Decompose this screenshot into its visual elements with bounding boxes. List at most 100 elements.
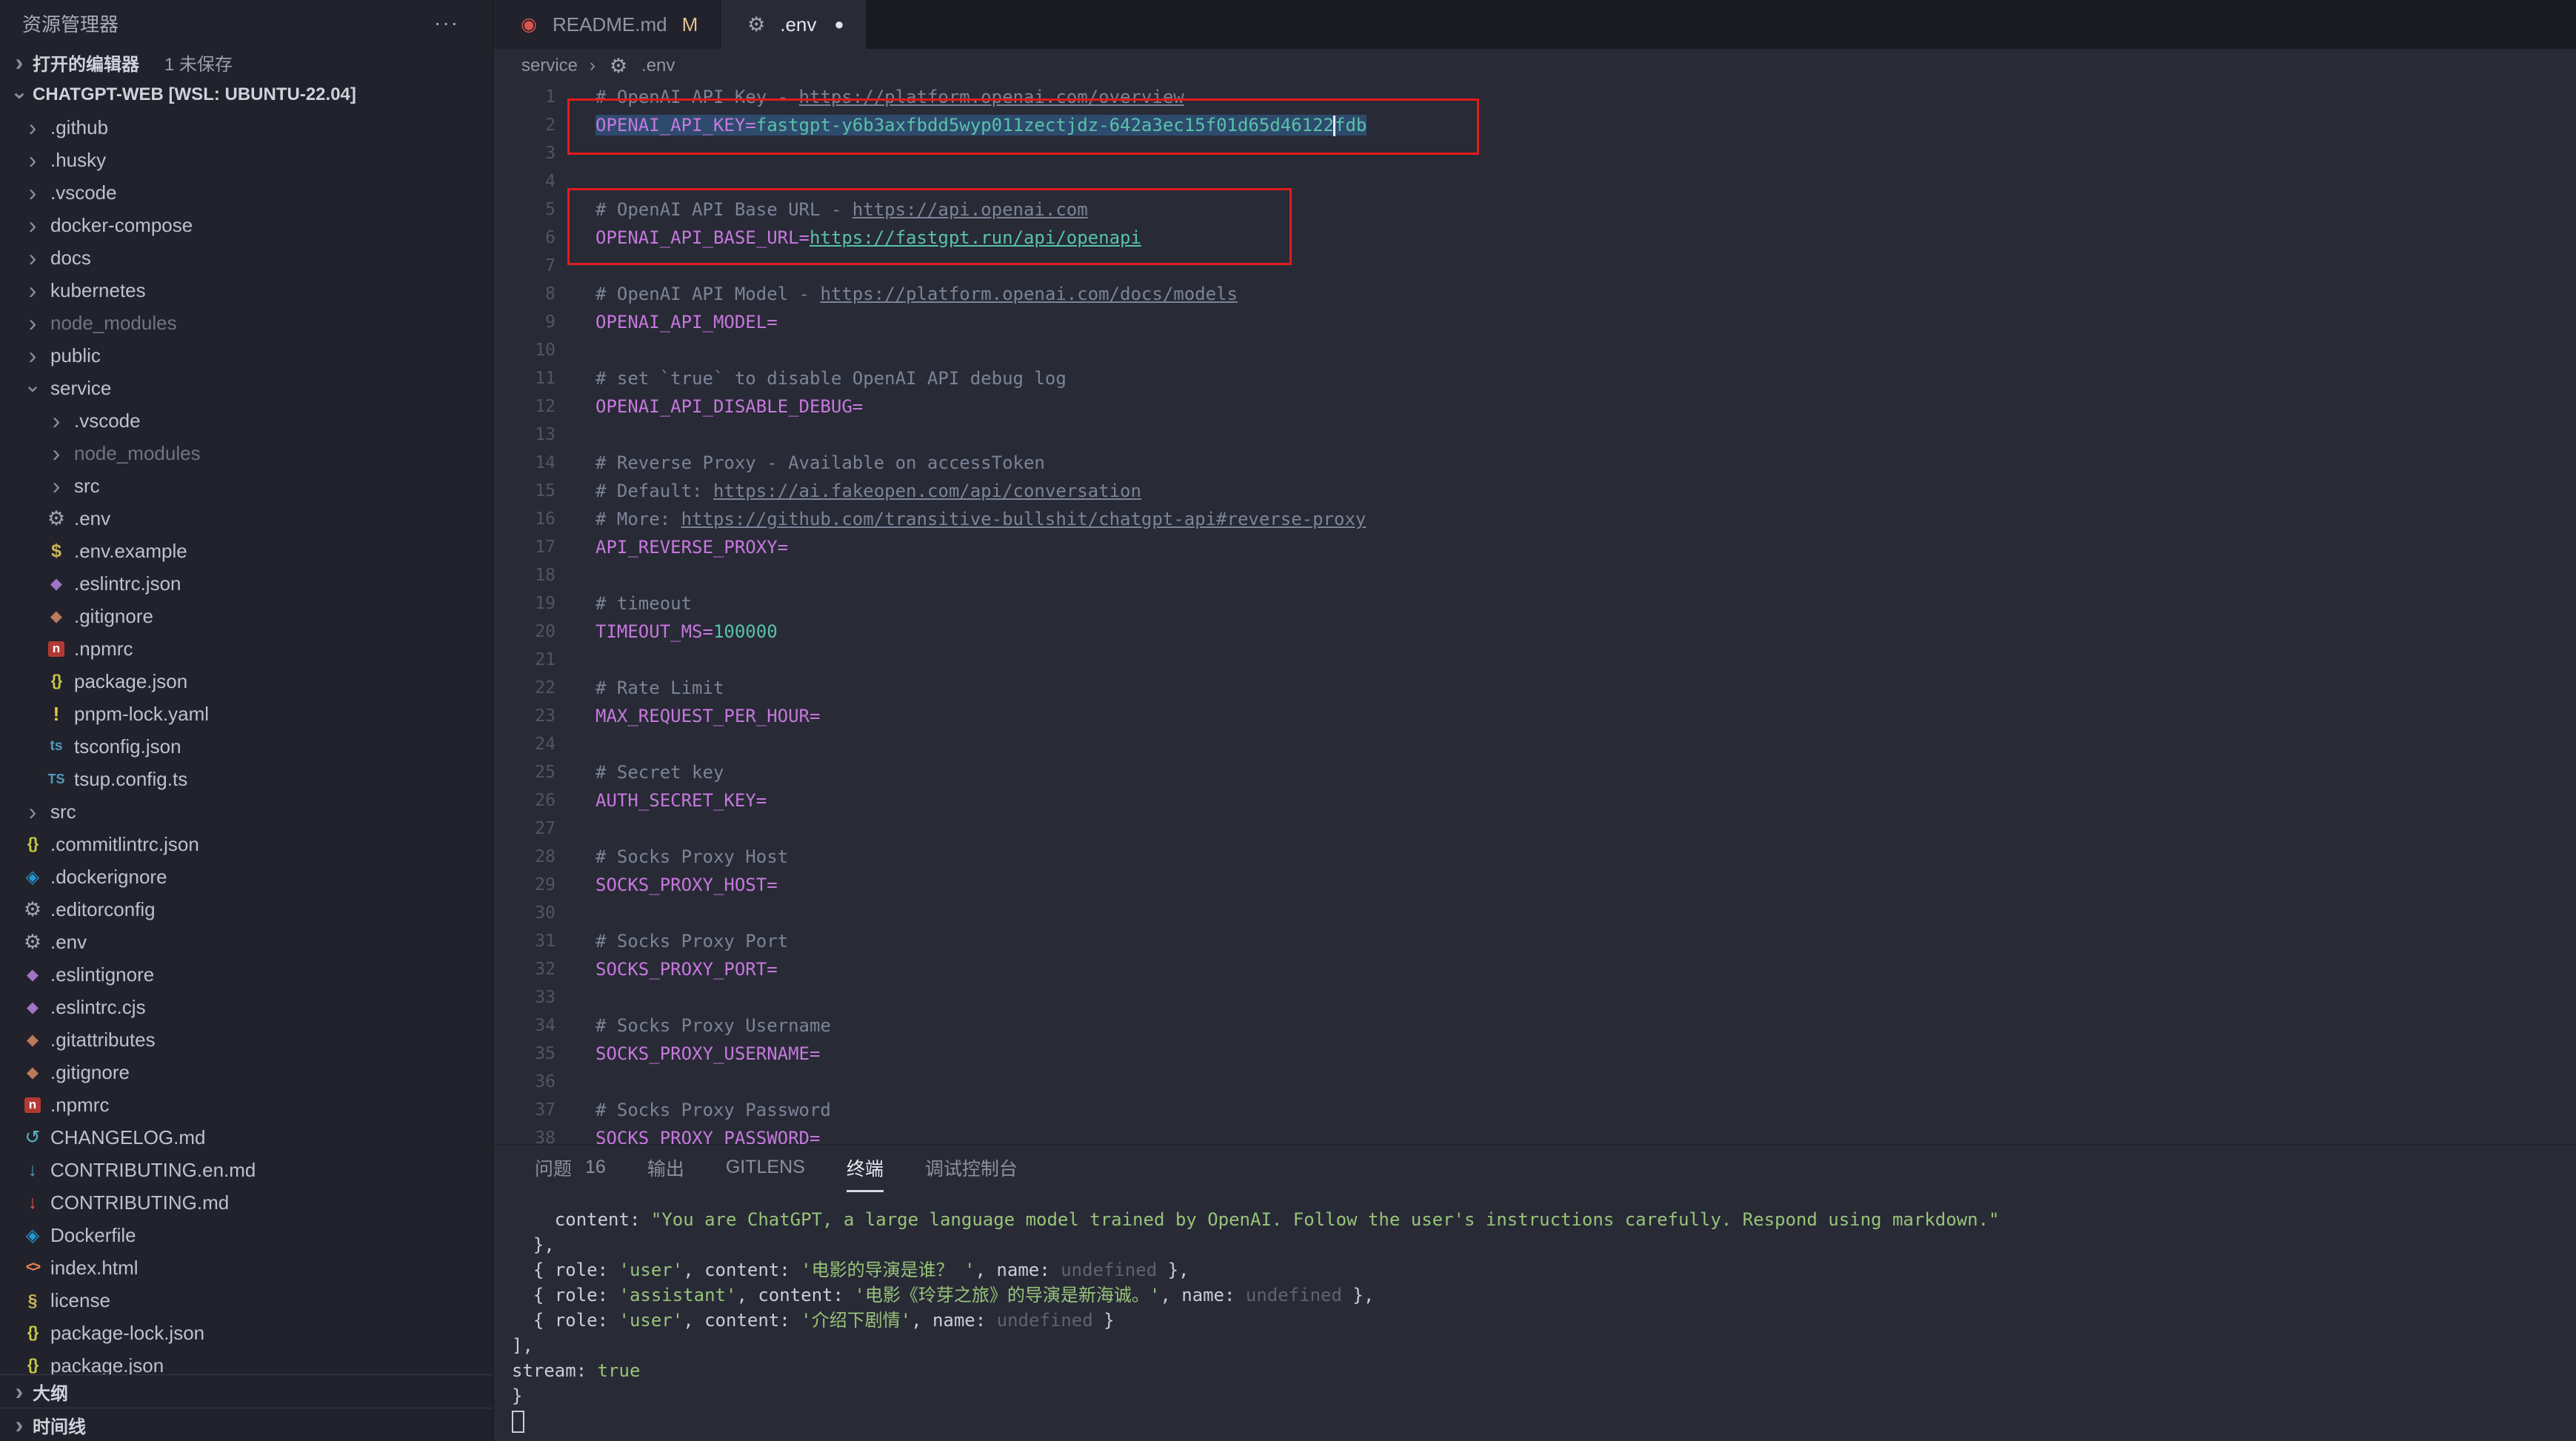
code-line[interactable]: 6OPENAI_API_BASE_URL=https://fastgpt.run… xyxy=(493,224,2576,252)
line-number[interactable]: 18 xyxy=(493,561,595,589)
tree-folder-.vscode[interactable]: .vscode xyxy=(0,404,493,437)
tree-file-CONTRIBUTING.md[interactable]: CONTRIBUTING.md xyxy=(0,1186,493,1219)
tree-file-CHANGELOG.md[interactable]: CHANGELOG.md xyxy=(0,1121,493,1154)
line-number[interactable]: 37 xyxy=(493,1096,595,1124)
breadcrumb-file[interactable]: .env xyxy=(641,56,675,76)
tree-folder-src[interactable]: src xyxy=(0,795,493,828)
code-line[interactable]: 8# OpenAI API Model - https://platform.o… xyxy=(493,280,2576,308)
line-number[interactable]: 12 xyxy=(493,392,595,421)
code-line[interactable]: 5# OpenAI API Base URL - https://api.ope… xyxy=(493,195,2576,224)
tree-file-.commitlintrc.json[interactable]: .commitlintrc.json xyxy=(0,828,493,860)
line-number[interactable]: 38 xyxy=(493,1124,595,1144)
code-line[interactable]: 20TIMEOUT_MS=100000 xyxy=(493,618,2576,646)
line-number[interactable]: 26 xyxy=(493,786,595,815)
tree-folder-.vscode[interactable]: .vscode xyxy=(0,176,493,209)
line-number[interactable]: 27 xyxy=(493,815,595,843)
tree-folder-.husky[interactable]: .husky xyxy=(0,144,493,176)
code-line[interactable]: 32SOCKS_PROXY_PORT= xyxy=(493,955,2576,983)
tree-folder-node_modules[interactable]: node_modules xyxy=(0,437,493,469)
code-line[interactable]: 36 xyxy=(493,1068,2576,1096)
line-number[interactable]: 15 xyxy=(493,477,595,505)
line-number[interactable]: 31 xyxy=(493,927,595,955)
unsaved-dot-icon[interactable]: ● xyxy=(834,15,844,34)
line-number[interactable]: 36 xyxy=(493,1068,595,1096)
line-number[interactable]: 3 xyxy=(493,139,595,167)
tree-file-CONTRIBUTING.en.md[interactable]: CONTRIBUTING.en.md xyxy=(0,1154,493,1186)
tree-folder-docs[interactable]: docs xyxy=(0,241,493,274)
line-number[interactable]: 8 xyxy=(493,280,595,308)
line-number[interactable]: 5 xyxy=(493,195,595,224)
timeline-section-header[interactable]: 时间线 xyxy=(0,1408,493,1441)
tab-readme-md[interactable]: README.mdM xyxy=(493,0,721,49)
tree-file-tsup.config.ts[interactable]: tsup.config.ts xyxy=(0,763,493,795)
code-line[interactable]: 4 xyxy=(493,167,2576,195)
panel-tab-output[interactable]: 输出 xyxy=(647,1145,684,1192)
code-line[interactable]: 7 xyxy=(493,252,2576,280)
code-line[interactable]: 37# Socks Proxy Password xyxy=(493,1096,2576,1124)
tree-file-package.json[interactable]: package.json xyxy=(0,1349,493,1374)
tab-env[interactable]: .env● xyxy=(721,0,867,49)
code-line[interactable]: 9OPENAI_API_MODEL= xyxy=(493,308,2576,336)
tree-file-.gitignore[interactable]: .gitignore xyxy=(0,1056,493,1089)
tree-folder-public[interactable]: public xyxy=(0,339,493,372)
code-line[interactable]: 19# timeout xyxy=(493,589,2576,618)
line-number[interactable]: 14 xyxy=(493,449,595,477)
tree-file-.eslintrc.cjs[interactable]: .eslintrc.cjs xyxy=(0,991,493,1023)
line-number[interactable]: 29 xyxy=(493,871,595,899)
code-line[interactable]: 16# More: https://github.com/transitive-… xyxy=(493,505,2576,533)
line-number[interactable]: 23 xyxy=(493,702,595,730)
code-line[interactable]: 31# Socks Proxy Port xyxy=(493,927,2576,955)
panel-tab-problems[interactable]: 问题16 xyxy=(535,1145,606,1192)
line-number[interactable]: 11 xyxy=(493,364,595,392)
terminal-content[interactable]: content: "You are ChatGPT, a large langu… xyxy=(493,1192,2576,1441)
tree-file-.gitignore[interactable]: .gitignore xyxy=(0,600,493,632)
tree-file-.env[interactable]: .env xyxy=(0,502,493,535)
code-editor[interactable]: 1# OpenAI API Key - https://platform.ope… xyxy=(493,83,2576,1144)
tree-file-.gitattributes[interactable]: .gitattributes xyxy=(0,1023,493,1056)
tree-file-.npmrc[interactable]: .npmrc xyxy=(0,1089,493,1121)
breadcrumb-folder[interactable]: service xyxy=(521,56,578,76)
code-line[interactable]: 17API_REVERSE_PROXY= xyxy=(493,533,2576,561)
line-number[interactable]: 17 xyxy=(493,533,595,561)
code-line[interactable]: 34# Socks Proxy Username xyxy=(493,1012,2576,1040)
line-number[interactable]: 4 xyxy=(493,167,595,195)
code-line[interactable]: 33 xyxy=(493,983,2576,1012)
line-number[interactable]: 7 xyxy=(493,252,595,280)
more-actions-icon[interactable] xyxy=(433,11,460,35)
line-number[interactable]: 16 xyxy=(493,505,595,533)
code-line[interactable]: 22# Rate Limit xyxy=(493,674,2576,702)
tree-folder-docker-compose[interactable]: docker-compose xyxy=(0,209,493,241)
tree-file-.npmrc[interactable]: .npmrc xyxy=(0,632,493,665)
line-number[interactable]: 6 xyxy=(493,224,595,252)
code-line[interactable]: 29SOCKS_PROXY_HOST= xyxy=(493,871,2576,899)
line-number[interactable]: 20 xyxy=(493,618,595,646)
code-line[interactable]: 10 xyxy=(493,336,2576,364)
tree-folder-src[interactable]: src xyxy=(0,469,493,502)
code-line[interactable]: 23MAX_REQUEST_PER_HOUR= xyxy=(493,702,2576,730)
line-number[interactable]: 22 xyxy=(493,674,595,702)
line-number[interactable]: 13 xyxy=(493,421,595,449)
code-line[interactable]: 25# Secret key xyxy=(493,758,2576,786)
tree-file-license[interactable]: license xyxy=(0,1284,493,1317)
line-number[interactable]: 1 xyxy=(493,83,595,111)
open-editors-header[interactable]: 打开的编辑器 1 未保存 xyxy=(0,46,493,78)
code-line[interactable]: 18 xyxy=(493,561,2576,589)
tree-file-.editorconfig[interactable]: .editorconfig xyxy=(0,893,493,926)
line-number[interactable]: 30 xyxy=(493,899,595,927)
line-number[interactable]: 10 xyxy=(493,336,595,364)
line-number[interactable]: 2 xyxy=(493,111,595,139)
tree-file-.eslintignore[interactable]: .eslintignore xyxy=(0,958,493,991)
tree-folder-service[interactable]: service xyxy=(0,372,493,404)
tree-file-package-lock.json[interactable]: package-lock.json xyxy=(0,1317,493,1349)
line-number[interactable]: 35 xyxy=(493,1040,595,1068)
outline-section-header[interactable]: 大纲 xyxy=(0,1374,493,1408)
code-line[interactable]: 12OPENAI_API_DISABLE_DEBUG= xyxy=(493,392,2576,421)
tree-file-Dockerfile[interactable]: Dockerfile xyxy=(0,1219,493,1251)
code-line[interactable]: 14# Reverse Proxy - Available on accessT… xyxy=(493,449,2576,477)
tree-file-package.json[interactable]: package.json xyxy=(0,665,493,698)
tree-file-.env.example[interactable]: .env.example xyxy=(0,535,493,567)
project-root-header[interactable]: CHATGPT-WEB [WSL: UBUNTU-22.04] xyxy=(0,78,493,111)
panel-tab-gitlens[interactable]: GITLENS xyxy=(726,1145,805,1192)
code-line[interactable]: 28# Socks Proxy Host xyxy=(493,843,2576,871)
code-line[interactable]: 2OPENAI_API_KEY=fastgpt-y6b3axfbdd5wyp01… xyxy=(493,111,2576,139)
